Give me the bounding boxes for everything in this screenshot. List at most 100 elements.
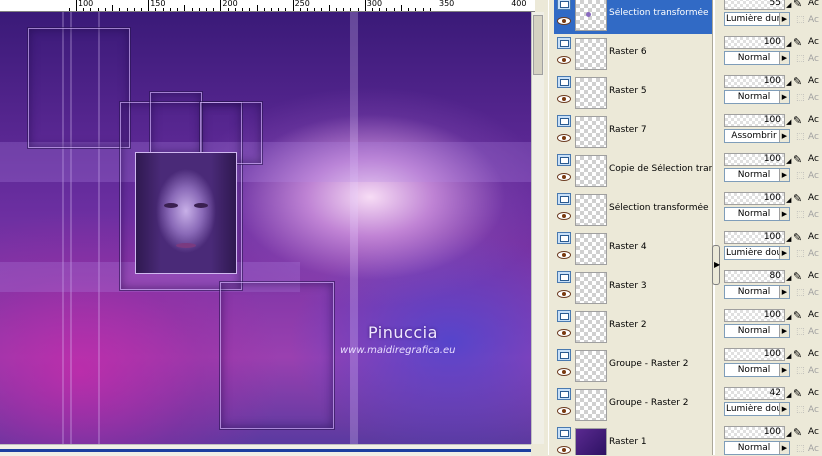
layer-name[interactable]: Raster 1 [609,437,712,447]
eye-icon[interactable] [557,56,571,64]
brush-icon[interactable]: ✎ [793,387,805,400]
layer-name[interactable]: Raster 6 [609,47,712,57]
raster-layer-icon[interactable] [557,193,571,205]
scroll-thumb[interactable] [533,15,543,75]
opacity-slider[interactable]: 80 [724,270,785,283]
vertical-scrollbar[interactable] [531,12,544,444]
layer-name[interactable]: Copie de Sélection transf [609,164,712,174]
eye-icon[interactable] [557,446,571,454]
blend-mode-select[interactable]: Normal ▶ [724,363,790,377]
eye-icon[interactable] [557,17,571,25]
blend-mode-select[interactable]: Lumière dure ▶ [724,12,790,26]
opacity-slider[interactable]: 100 [724,309,785,322]
blend-mode-select[interactable]: Normal ▶ [724,51,790,65]
opacity-slider[interactable]: 55 [724,0,785,10]
eye-icon[interactable] [557,173,571,181]
opacity-slider[interactable]: 100 [724,348,785,361]
lock-icon[interactable]: ⬚ [796,15,806,25]
lock-icon[interactable]: ⬚ [796,171,806,181]
lock-icon[interactable]: ⬚ [796,366,806,376]
eye-icon[interactable] [557,368,571,376]
blend-mode-select[interactable]: Normal ▶ [724,324,790,338]
blend-mode-select[interactable]: Normal ▶ [724,441,790,455]
column-separator[interactable] [712,0,715,455]
opacity-slider[interactable]: 100 [724,231,785,244]
layer-row[interactable]: Sélection transformée 1 [554,0,712,34]
spin-icon[interactable]: ◢ [786,157,791,165]
blend-mode-select[interactable]: Assombrir ▶ [724,129,790,143]
blend-mode-select[interactable]: Normal ▶ [724,207,790,221]
layer-row[interactable]: Raster 4 [554,229,712,268]
layer-row[interactable]: Raster 2 [554,307,712,346]
opacity-slider[interactable]: 100 [724,114,785,127]
eye-icon[interactable] [557,134,571,142]
layer-row[interactable]: Raster 3 [554,268,712,307]
brush-icon[interactable]: ✎ [793,114,805,127]
eye-icon[interactable] [557,407,571,415]
raster-layer-icon[interactable] [557,0,571,10]
brush-icon[interactable]: ✎ [793,192,805,205]
layer-row[interactable]: Sélection transformée [554,190,712,229]
spin-icon[interactable]: ◢ [786,391,791,399]
raster-layer-icon[interactable] [557,349,571,361]
lock-icon[interactable]: ⬚ [796,210,806,220]
spin-icon[interactable]: ◢ [786,352,791,360]
layer-name[interactable]: Raster 7 [609,125,712,135]
layer-row[interactable]: Raster 5 [554,73,712,112]
eye-icon[interactable] [557,212,571,220]
raster-layer-icon[interactable] [557,310,571,322]
layer-name[interactable]: Sélection transformée 1 [609,8,712,18]
spin-icon[interactable]: ◢ [786,118,791,126]
spin-icon[interactable]: ◢ [786,274,791,282]
brush-icon[interactable]: ✎ [793,309,805,322]
brush-icon[interactable]: ✎ [793,0,805,10]
raster-layer-icon[interactable] [557,232,571,244]
lock-icon[interactable]: ⬚ [796,444,806,454]
opacity-slider[interactable]: 42 [724,387,785,400]
raster-layer-icon[interactable] [557,76,571,88]
layer-row[interactable]: Copie de Sélection transf [554,151,712,190]
spin-icon[interactable]: ◢ [786,313,791,321]
eye-icon[interactable] [557,251,571,259]
opacity-slider[interactable]: 100 [724,75,785,88]
raster-layer-icon[interactable] [557,271,571,283]
layer-row[interactable]: Raster 1 [554,424,712,455]
lock-icon[interactable]: ⬚ [796,288,806,298]
lock-icon[interactable]: ⬚ [796,327,806,337]
blend-mode-select[interactable]: Lumière douce▶ [724,402,790,416]
spin-icon[interactable]: ◢ [786,196,791,204]
lock-icon[interactable]: ⬚ [796,132,806,142]
lock-icon[interactable]: ⬚ [796,54,806,64]
blend-mode-select[interactable]: Normal ▶ [724,285,790,299]
layer-row[interactable]: Raster 6 [554,34,712,73]
opacity-slider[interactable]: 100 [724,153,785,166]
brush-icon[interactable]: ✎ [793,75,805,88]
eye-icon[interactable] [557,290,571,298]
spin-icon[interactable]: ◢ [786,430,791,438]
spin-icon[interactable]: ◢ [786,1,791,9]
layer-name[interactable]: Raster 2 [609,320,712,330]
brush-icon[interactable]: ✎ [793,270,805,283]
raster-layer-icon[interactable] [557,388,571,400]
blend-mode-select[interactable]: Normal ▶ [724,90,790,104]
layer-name[interactable]: Raster 3 [609,281,712,291]
layer-row[interactable]: Groupe - Raster 2 [554,346,712,385]
layer-name[interactable]: Raster 5 [609,86,712,96]
raster-layer-icon[interactable] [557,37,571,49]
lock-icon[interactable]: ⬚ [796,93,806,103]
eye-icon[interactable] [557,329,571,337]
layer-name[interactable]: Groupe - Raster 2 [609,398,712,408]
brush-icon[interactable]: ✎ [793,426,805,439]
layer-name[interactable]: Raster 4 [609,242,712,252]
opacity-slider[interactable]: 100 [724,426,785,439]
layer-row[interactable]: Groupe - Raster 2 [554,385,712,424]
image-canvas[interactable]: Pinuccia www.maidiregrafica.eu [0,12,531,444]
brush-icon[interactable]: ✎ [793,348,805,361]
opacity-slider[interactable]: 100 [724,192,785,205]
brush-icon[interactable]: ✎ [793,231,805,244]
layer-name[interactable]: Sélection transformée [609,203,712,213]
blend-mode-select[interactable]: Normal ▶ [724,168,790,182]
eye-icon[interactable] [557,95,571,103]
layer-row[interactable]: Raster 7 [554,112,712,151]
collapse-button[interactable]: ▶ [712,245,720,285]
